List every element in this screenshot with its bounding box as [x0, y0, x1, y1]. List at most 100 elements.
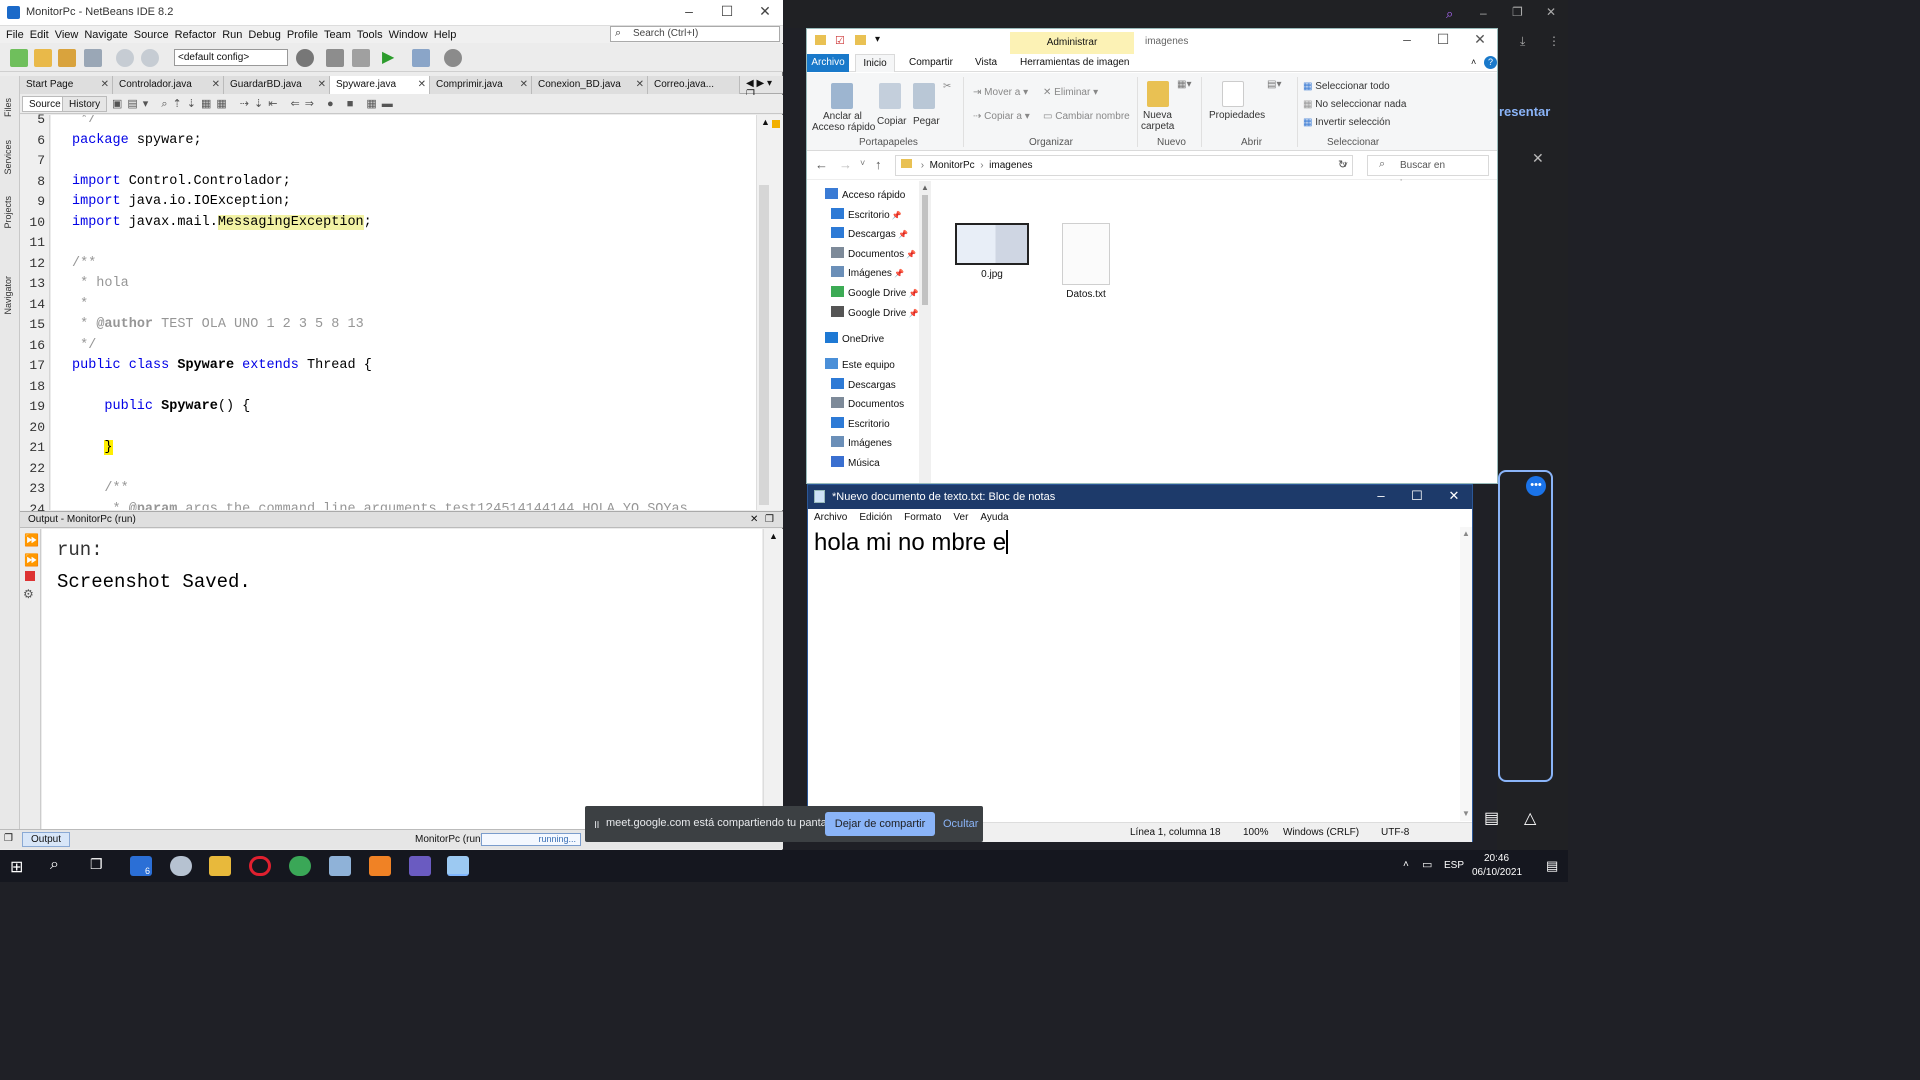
- side-tab-files[interactable]: Files: [3, 98, 13, 117]
- restore-icon[interactable]: ❐: [1512, 5, 1523, 19]
- close-icon[interactable]: ✕: [101, 76, 109, 94]
- scroll-up-icon[interactable]: ▲: [921, 183, 929, 192]
- ribbon-tab-vista[interactable]: Vista: [975, 54, 997, 72]
- copy-icon[interactable]: [879, 83, 901, 109]
- open-project-icon[interactable]: [58, 49, 76, 67]
- menu-help[interactable]: Help: [434, 29, 457, 41]
- tab-conexion-bd[interactable]: Conexion_BD.java ✕: [532, 76, 648, 94]
- notepad-text-area[interactable]: hola mi no mbre e: [814, 529, 1454, 557]
- profile-icon[interactable]: [444, 49, 462, 67]
- tab-guardarbd[interactable]: GuardarBD.java ✕: [224, 76, 330, 94]
- new-folder-icon[interactable]: [855, 35, 866, 45]
- nav-item[interactable]: Documentos 📌: [831, 246, 916, 264]
- ribbon-tab-inicio[interactable]: Inicio: [855, 54, 895, 72]
- properties-icon[interactable]: [1222, 81, 1244, 107]
- close-icon[interactable]: ✕: [212, 76, 220, 94]
- file-item-txt[interactable]: Datos.txt: [1041, 223, 1131, 300]
- up-arrow-icon[interactable]: ↑: [875, 157, 882, 172]
- network-icon[interactable]: ▭: [1422, 858, 1432, 871]
- app-icon[interactable]: [170, 856, 192, 876]
- side-tab-projects[interactable]: Projects: [3, 196, 13, 229]
- close-icon[interactable]: ✕: [520, 76, 528, 94]
- language-indicator[interactable]: ESP: [1444, 860, 1464, 871]
- minimize-icon[interactable]: –: [1363, 488, 1399, 503]
- menu-ayuda[interactable]: Ayuda: [980, 512, 1008, 523]
- tab-correo[interactable]: Correo.java...: [648, 76, 740, 94]
- menu-view[interactable]: View: [55, 29, 79, 41]
- maximize-icon[interactable]: ☐: [710, 3, 744, 20]
- maximize-icon[interactable]: ☐: [1399, 488, 1435, 504]
- nav-item[interactable]: Escritorio: [831, 416, 890, 434]
- scroll-up-icon[interactable]: ▲: [1462, 529, 1470, 538]
- close-icon[interactable]: ✕: [418, 76, 426, 94]
- present-label[interactable]: resentar: [1499, 104, 1550, 119]
- menu-run[interactable]: Run: [222, 29, 242, 41]
- menu-edit[interactable]: Edit: [30, 29, 49, 41]
- menu-navigate[interactable]: Navigate: [84, 29, 127, 41]
- minimize-icon[interactable]: –: [1480, 6, 1487, 20]
- invert-selection-label[interactable]: Invertir selección: [1315, 117, 1390, 128]
- nav-item[interactable]: Google Drive 📌: [831, 305, 919, 323]
- close-icon[interactable]: ✕: [1546, 5, 1556, 19]
- config-select[interactable]: <default config>: [174, 49, 288, 66]
- history-button[interactable]: History: [62, 96, 108, 112]
- breadcrumb-item[interactable]: imagenes: [989, 160, 1032, 171]
- file-explorer-icon[interactable]: [209, 856, 231, 876]
- chrome-icon[interactable]: [289, 856, 311, 876]
- menu-tools[interactable]: Tools: [357, 29, 383, 41]
- tab-comprimir[interactable]: Comprimir.java ✕: [430, 76, 532, 94]
- admin-tab[interactable]: Administrar: [1010, 32, 1134, 54]
- activities-icon[interactable]: △: [1524, 808, 1536, 828]
- code-editor[interactable]: */ package spyware; import Control.Control…: [51, 115, 756, 510]
- ribbon-tab-herramientas[interactable]: Herramientas de imagen: [1020, 54, 1130, 72]
- menu-formato[interactable]: Formato: [904, 512, 941, 523]
- chevron-down-icon[interactable]: ˅: [860, 158, 865, 168]
- menu-ver[interactable]: Ver: [953, 512, 968, 523]
- delete-label[interactable]: Eliminar: [1054, 87, 1090, 98]
- menu-source[interactable]: Source: [134, 29, 169, 41]
- select-none-label[interactable]: No seleccionar nada: [1315, 99, 1406, 110]
- menu-file[interactable]: File: [6, 29, 24, 41]
- winrar-icon[interactable]: [409, 856, 431, 876]
- close-icon[interactable]: ✕: [748, 3, 782, 20]
- output-console[interactable]: run: Screenshot Saved.: [42, 529, 762, 829]
- tab-controlador[interactable]: Controlador.java ✕: [113, 76, 224, 94]
- pin-icon[interactable]: 📌: [906, 309, 919, 318]
- maximize-icon[interactable]: ❐: [4, 833, 13, 844]
- close-icon[interactable]: ✕: [1436, 488, 1472, 504]
- stop-icon[interactable]: [25, 571, 35, 581]
- search-icon[interactable]: ⌕: [1446, 6, 1453, 22]
- menu-profile[interactable]: Profile: [287, 29, 318, 41]
- ide-search-input[interactable]: Search (Ctrl+I): [610, 26, 780, 42]
- maximize-icon[interactable]: ❐: [765, 512, 774, 528]
- rename-label[interactable]: Cambiar nombre: [1055, 111, 1129, 122]
- settings-icon[interactable]: ⚙: [23, 587, 34, 601]
- new-file-icon[interactable]: [10, 49, 28, 67]
- scroll-thumb[interactable]: [922, 195, 928, 305]
- nav-item[interactable]: Google Drive 📌: [831, 285, 919, 303]
- pin-quick-access-button[interactable]: Anclar al: [823, 111, 862, 122]
- nav-item[interactable]: Descargas: [831, 377, 896, 395]
- ribbon-tab-archivo[interactable]: Archivo: [807, 54, 849, 72]
- scroll-up-icon[interactable]: ▲: [761, 117, 770, 127]
- help-icon[interactable]: ?: [1484, 56, 1497, 69]
- output-scrollbar[interactable]: ▲: [763, 529, 783, 829]
- source-button[interactable]: Source: [22, 96, 68, 112]
- notepad-scrollbar[interactable]: ▲ ▼: [1460, 527, 1472, 821]
- nav-item[interactable]: Imágenes 📌: [831, 265, 904, 283]
- pin-icon[interactable]: 📌: [906, 289, 919, 298]
- xampp-icon[interactable]: [369, 856, 391, 876]
- hide-banner-button[interactable]: Ocultar: [943, 812, 978, 836]
- chevron-down-icon[interactable]: ▾: [875, 34, 880, 45]
- copy-button[interactable]: Copiar: [877, 116, 906, 127]
- debug-icon[interactable]: [412, 49, 430, 67]
- notepad-taskbar-icon[interactable]: [447, 856, 469, 876]
- back-arrow-icon[interactable]: ←: [815, 157, 828, 172]
- close-icon[interactable]: ✕: [750, 512, 758, 528]
- ribbon-tab-compartir[interactable]: Compartir: [909, 54, 953, 72]
- notifications-icon[interactable]: ▤: [1546, 858, 1558, 874]
- editor-tools-icon[interactable]: ▣▤▾ ⌕⇡⇣▦▦ ⇢⇣⇤ ⇐⇒ ● ■ ▦▬: [112, 97, 398, 111]
- paste-icon[interactable]: [913, 83, 935, 109]
- pin-icon[interactable]: 📌: [896, 230, 908, 239]
- pin-icon[interactable]: 📌: [892, 269, 904, 278]
